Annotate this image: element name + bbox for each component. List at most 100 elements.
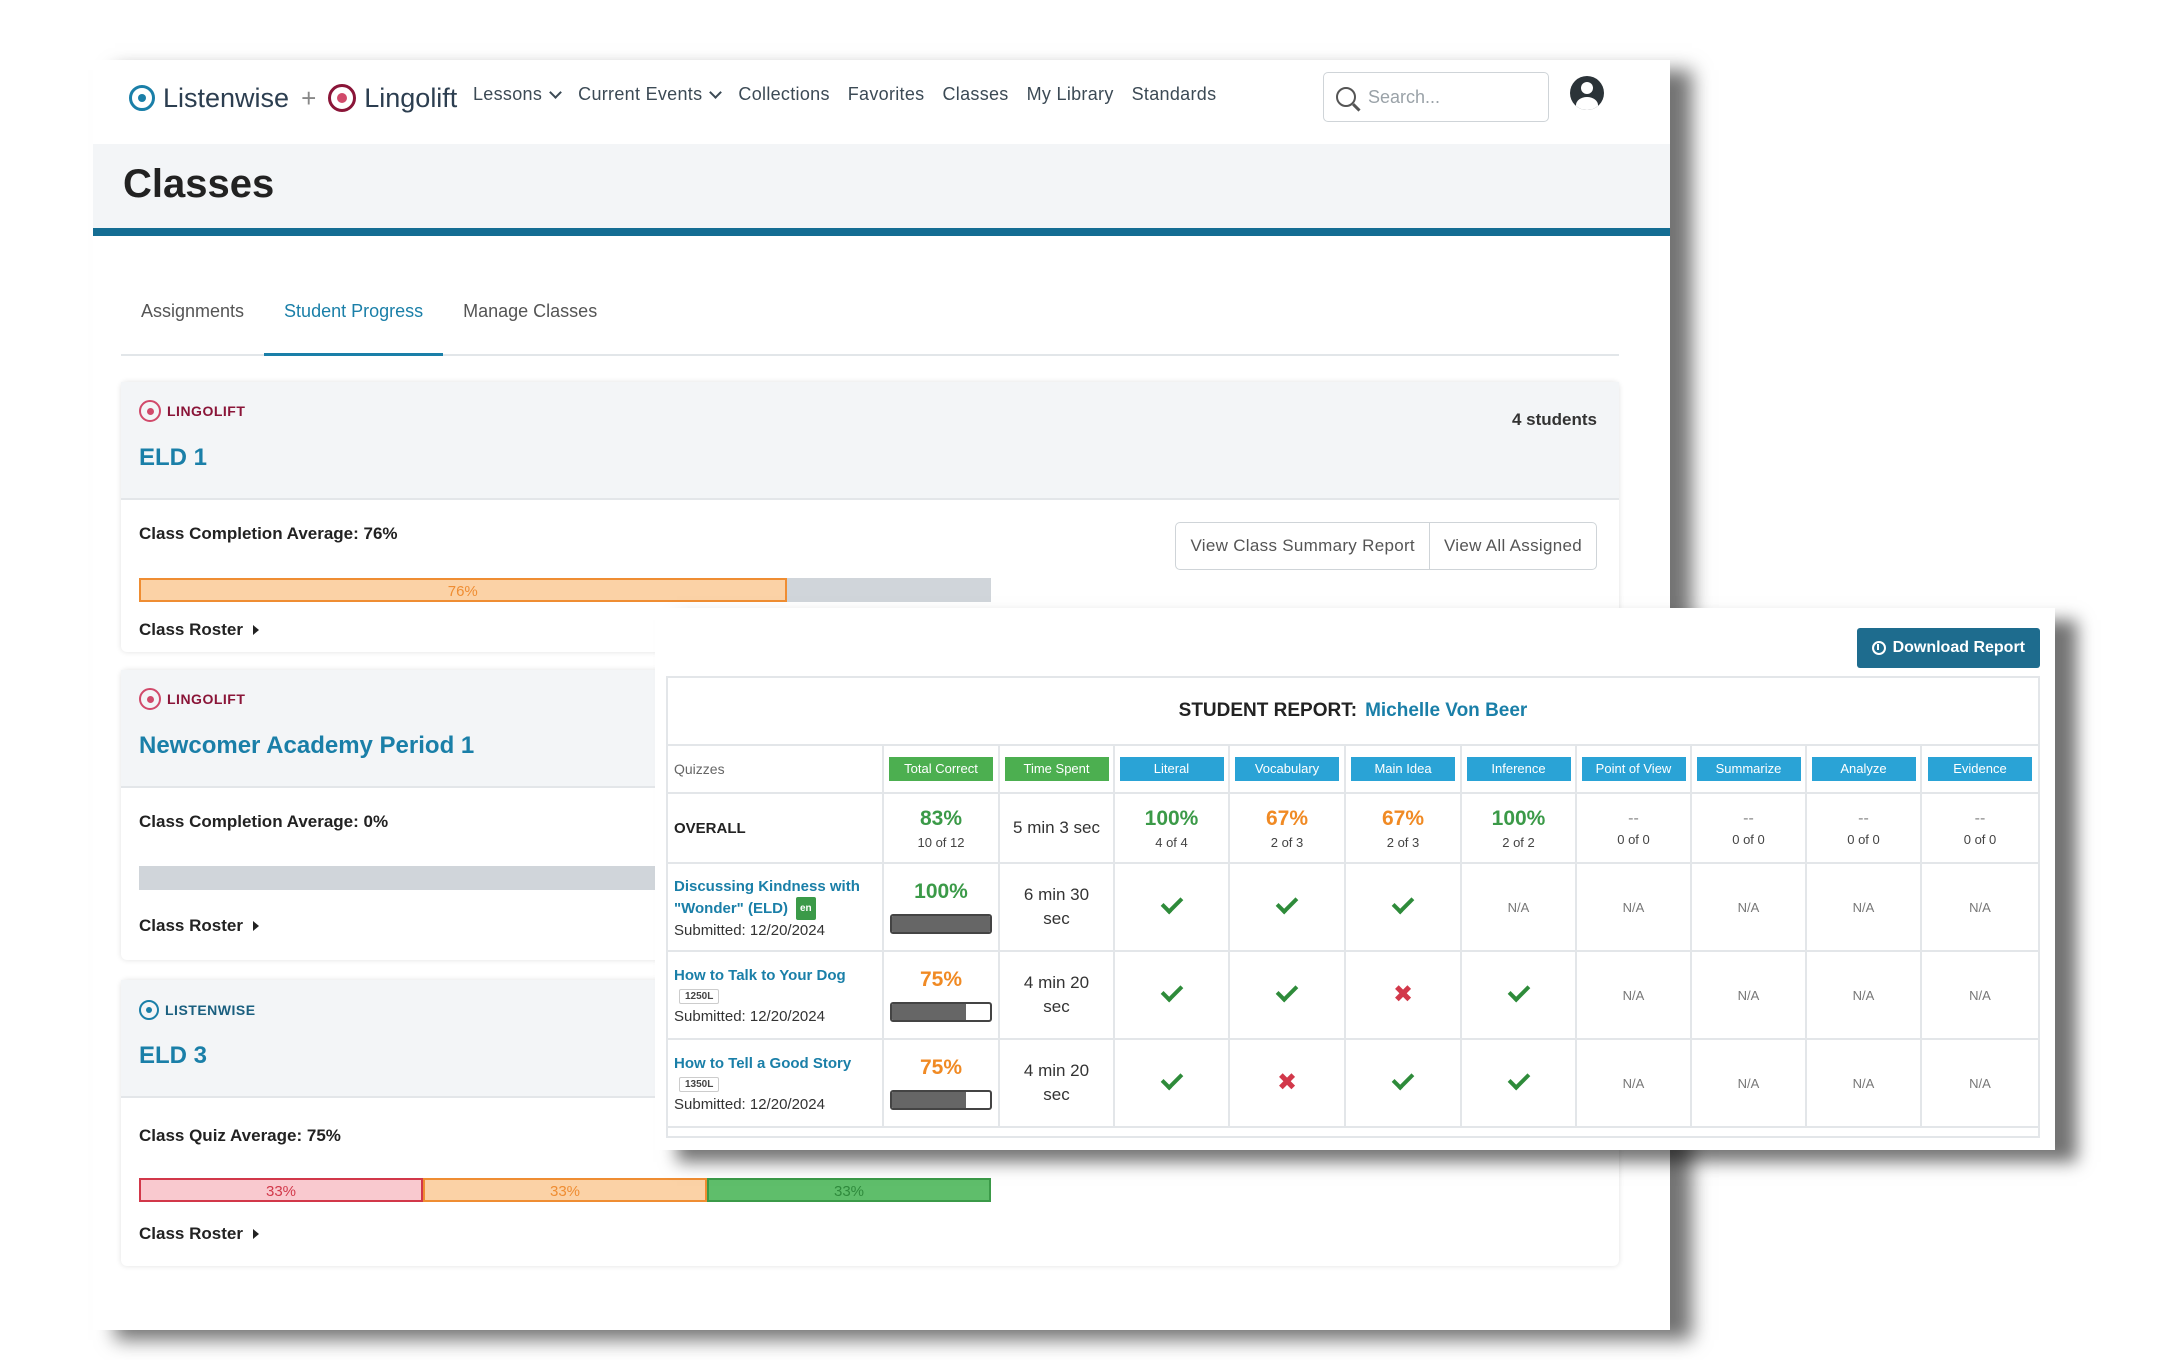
overall-label: OVERALL bbox=[674, 819, 746, 837]
quiz-time-spent: 4 min 20 bbox=[1023, 1061, 1090, 1080]
quiz-title-link[interactable]: How to Tell a Good Story bbox=[674, 1053, 851, 1074]
column-header-cell: Time Spent bbox=[1000, 746, 1115, 792]
column-header-inference[interactable]: Inference bbox=[1466, 757, 1571, 781]
report-header-row: Quizzes Total Correct Time Spent Literal Voc… bbox=[668, 746, 2038, 794]
user-account-icon[interactable] bbox=[1570, 76, 1604, 110]
page-title: Classes bbox=[123, 162, 275, 206]
download-report-button[interactable]: Download Report bbox=[1856, 628, 2040, 668]
quiz-total-cell: 75% bbox=[884, 1040, 1000, 1126]
cross-icon: ✖ bbox=[1276, 1069, 1298, 1096]
overall-skill-cell: -- 0 of 0 bbox=[1922, 794, 2038, 862]
nav-collections[interactable]: Collections bbox=[738, 84, 829, 105]
tab-manage-classes[interactable]: Manage Classes bbox=[443, 296, 617, 356]
column-header-literal[interactable]: Literal bbox=[1119, 757, 1224, 781]
not-applicable-label: N/A bbox=[1622, 987, 1645, 1003]
skill-result-cell: N/A bbox=[1577, 864, 1692, 950]
overall-total-percent: 83% bbox=[919, 806, 963, 830]
quiz-title-link[interactable]: Discussing Kindness with bbox=[674, 876, 860, 897]
overall-skill-cell: 100% 4 of 4 bbox=[1115, 794, 1230, 862]
column-header-cell: Analyze bbox=[1807, 746, 1922, 792]
quiz-time-unit: sec bbox=[1043, 909, 1070, 928]
quiz-segment-high: 33% bbox=[707, 1178, 991, 1202]
quiz-row: How to Tell a Good Story 1350L Submitted: … bbox=[668, 1040, 2038, 1128]
quiz-title-link[interactable]: How to Talk to Your Dog bbox=[674, 965, 846, 986]
class-name-link[interactable]: ELD 3 bbox=[139, 1042, 207, 1070]
brand-logo[interactable]: Listenwise + Lingolift bbox=[129, 78, 457, 118]
class-roster-toggle[interactable]: Class Roster bbox=[139, 620, 259, 640]
quiz-total-percent: 75% bbox=[919, 1056, 963, 1079]
tab-assignments[interactable]: Assignments bbox=[121, 296, 264, 356]
view-all-assigned-button[interactable]: View All Assigned bbox=[1428, 523, 1596, 569]
tab-student-progress[interactable]: Student Progress bbox=[264, 296, 444, 356]
overall-skill-cell: 67% 2 of 3 bbox=[1346, 794, 1462, 862]
overall-skill-count: 0 of 0 bbox=[1732, 831, 1765, 847]
overall-skill-percent: 100% bbox=[1491, 806, 1546, 830]
overall-skill-cell: -- 0 of 0 bbox=[1577, 794, 1692, 862]
skill-result-cell bbox=[1115, 1040, 1230, 1126]
student-name-link[interactable]: Michelle Von Beer bbox=[1365, 700, 1527, 722]
nav-my-library[interactable]: My Library bbox=[1027, 84, 1114, 105]
class-name-link[interactable]: ELD 1 bbox=[139, 444, 207, 472]
column-header-total-correct[interactable]: Total Correct bbox=[889, 757, 993, 781]
overall-skill-count: 2 of 3 bbox=[1270, 834, 1304, 850]
quizzes-header: Quizzes bbox=[674, 761, 725, 777]
class-roster-toggle[interactable]: Class Roster bbox=[139, 916, 259, 936]
column-header-cell: Total Correct bbox=[884, 746, 1000, 792]
skill-result-cell bbox=[1462, 952, 1577, 1038]
caret-right-icon bbox=[252, 625, 259, 635]
not-applicable-label: N/A bbox=[1852, 1075, 1875, 1091]
overall-skill-percent: -- bbox=[1858, 809, 1869, 827]
lexile-row: 1350L bbox=[674, 1074, 720, 1094]
overall-row: OVERALL 83% 10 of 12 5 min 3 sec 100% 4 of 4 6… bbox=[668, 794, 2038, 864]
completion-progress-bar: 76% bbox=[139, 578, 991, 602]
skill-result-cell: N/A bbox=[1922, 864, 2038, 950]
column-header-point-of-view[interactable]: Point of View bbox=[1581, 757, 1686, 781]
quiz-title-cell: How to Talk to Your Dog 1250L Submitted: 1… bbox=[668, 952, 884, 1038]
quiz-progress-bar bbox=[890, 1090, 992, 1110]
not-applicable-label: N/A bbox=[1852, 899, 1875, 915]
lingolift-logo-icon bbox=[328, 84, 357, 112]
nav-current-events[interactable]: Current Events bbox=[578, 84, 723, 105]
overall-skill-percent: -- bbox=[1628, 809, 1639, 827]
search-input[interactable]: Search... bbox=[1323, 72, 1549, 122]
not-applicable-label: N/A bbox=[1507, 899, 1530, 915]
column-header-cell: Summarize bbox=[1692, 746, 1807, 792]
view-class-summary-report-button[interactable]: View Class Summary Report bbox=[1176, 523, 1428, 569]
nav-lessons[interactable]: Lessons bbox=[473, 84, 563, 105]
overall-skill-percent: 67% bbox=[1381, 806, 1425, 830]
skill-result-cell: N/A bbox=[1922, 952, 2038, 1038]
class-roster-toggle[interactable]: Class Roster bbox=[139, 1224, 259, 1244]
nav-favorites[interactable]: Favorites bbox=[848, 84, 925, 105]
page-header: Classes bbox=[93, 144, 1670, 236]
lexile-badge: 1350L bbox=[679, 1077, 720, 1092]
overall-skill-cell: -- 0 of 0 bbox=[1692, 794, 1807, 862]
column-header-vocabulary[interactable]: Vocabulary bbox=[1235, 757, 1339, 781]
skill-result-cell: N/A bbox=[1692, 864, 1807, 950]
not-applicable-label: N/A bbox=[1737, 1075, 1760, 1091]
overall-skill-cell: 100% 2 of 2 bbox=[1462, 794, 1577, 862]
nav-standards[interactable]: Standards bbox=[1132, 84, 1217, 105]
listenwise-icon bbox=[139, 1000, 159, 1020]
check-icon bbox=[1391, 891, 1415, 915]
nav-classes[interactable]: Classes bbox=[942, 84, 1008, 105]
quiz-progress-bar bbox=[890, 914, 992, 934]
class-roster-label: Class Roster bbox=[139, 620, 243, 639]
quiz-title-link[interactable]: "Wonder" (ELD) en bbox=[674, 896, 816, 920]
language-badge: en bbox=[795, 896, 816, 920]
overall-skill-count: 0 of 0 bbox=[1617, 831, 1650, 847]
not-applicable-label: N/A bbox=[1969, 987, 1991, 1003]
submitted-date: Submitted: 12/20/2024 bbox=[674, 921, 825, 939]
quiz-time-unit: sec bbox=[1043, 997, 1070, 1016]
search-placeholder: Search... bbox=[1368, 86, 1441, 107]
column-header-analyze[interactable]: Analyze bbox=[1811, 757, 1916, 781]
column-header-time-spent[interactable]: Time Spent bbox=[1004, 757, 1109, 781]
column-header-summarize[interactable]: Summarize bbox=[1696, 757, 1801, 781]
overall-skill-percent: 67% bbox=[1265, 806, 1309, 830]
skill-result-cell bbox=[1115, 864, 1230, 950]
listenwise-logo-icon bbox=[129, 85, 155, 111]
class-name-link[interactable]: Newcomer Academy Period 1 bbox=[139, 732, 474, 760]
not-applicable-label: N/A bbox=[1969, 899, 1991, 915]
column-header-main-idea[interactable]: Main Idea bbox=[1351, 757, 1455, 781]
provider-label: LINGOLIFT bbox=[167, 403, 246, 419]
column-header-evidence[interactable]: Evidence bbox=[1928, 757, 2032, 781]
